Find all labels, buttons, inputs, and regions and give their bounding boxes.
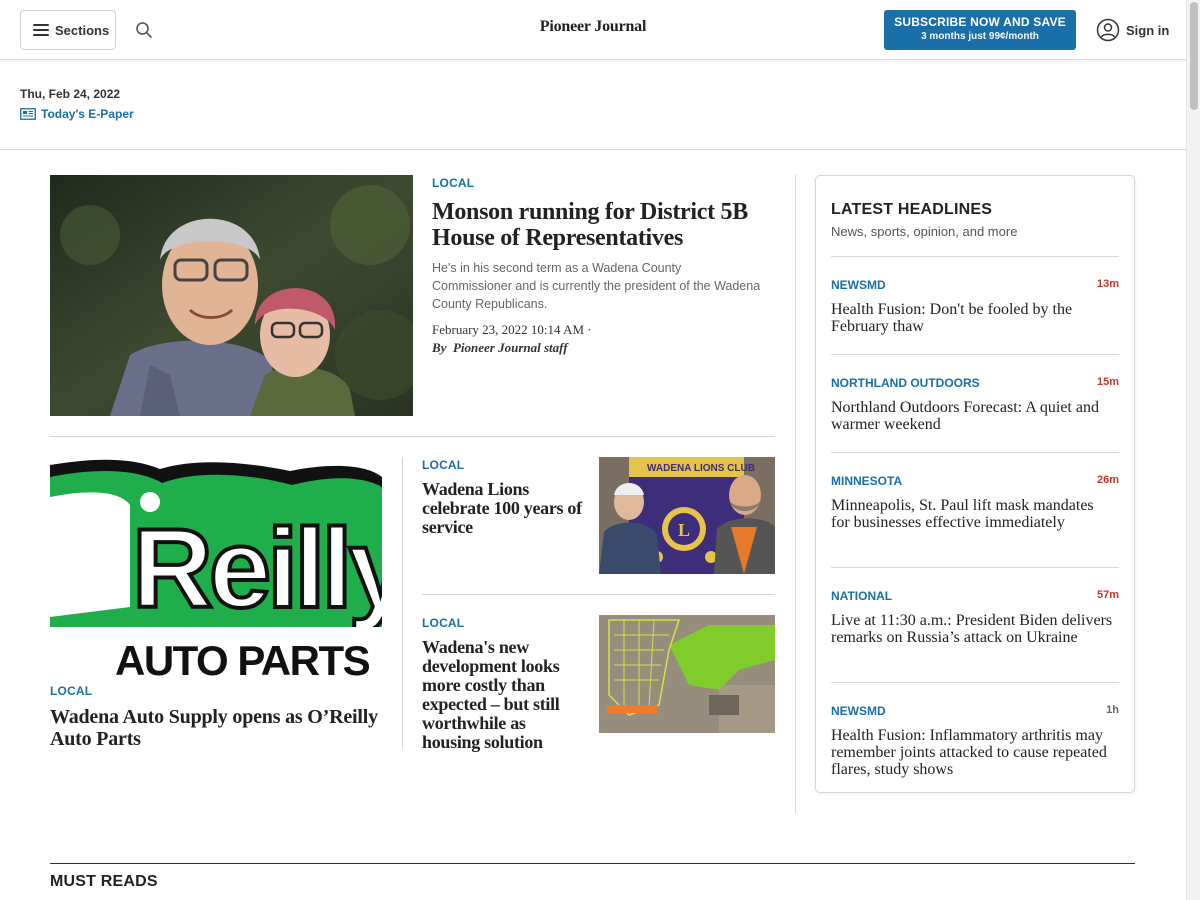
- headline-time: 57m: [1096, 589, 1119, 601]
- sign-in-link[interactable]: Sign in: [1096, 18, 1169, 42]
- lead-story-photo[interactable]: [50, 175, 413, 416]
- oreilly-logo-word: Reilly: [132, 506, 382, 631]
- lions-emblem-letter: L: [678, 520, 690, 540]
- lead-story-summary: He's in his second term as a Wadena Coun…: [432, 261, 761, 311]
- section-rule: [50, 863, 1135, 864]
- lions-banner-text: WADENA LIONS CLUB: [647, 463, 755, 474]
- must-reads-heading: MUST READS: [50, 873, 158, 890]
- headline-kicker[interactable]: NEWSMD: [831, 704, 886, 718]
- date-bar: Thu, Feb 24, 2022 Today's E-Paper: [0, 60, 1186, 150]
- lead-story-kicker[interactable]: LOCAL: [432, 176, 474, 190]
- divider: [422, 594, 775, 595]
- sign-in-label: Sign in: [1126, 22, 1170, 38]
- headline-title[interactable]: Health Fusion: Inflammatory arthritis ma…: [831, 727, 1115, 778]
- lions-photo-illustration: WADENA LIONS CLUB L: [599, 457, 775, 574]
- headline-kicker[interactable]: NORTHLAND OUTDOORS: [831, 376, 980, 390]
- latest-headlines-panel: LATEST HEADLINES News, sports, opinion, …: [815, 175, 1135, 793]
- page-scrollbar[interactable]: [1186, 0, 1200, 900]
- lions-story-headline[interactable]: Wadena Lions celebrate 100 years of serv…: [422, 480, 584, 537]
- subscribe-title: SUBSCRIBE NOW AND SAVE: [894, 15, 1066, 29]
- oreilly-story-kicker[interactable]: LOCAL: [50, 684, 92, 698]
- headline-time: 1h: [1106, 704, 1119, 716]
- site-logo[interactable]: Pioneer Journal: [536, 18, 650, 42]
- newspaper-icon: [20, 108, 36, 120]
- headline-title[interactable]: Health Fusion: Don't be fooled by the Fe…: [831, 301, 1115, 335]
- current-date: Thu, Feb 24, 2022: [20, 87, 121, 101]
- headline-kicker[interactable]: NATIONAL: [831, 589, 892, 603]
- epaper-label: Today's E-Paper: [41, 107, 134, 121]
- epaper-link[interactable]: Today's E-Paper: [20, 107, 134, 121]
- headline-title[interactable]: Live at 11:30 a.m.: President Biden deli…: [831, 612, 1115, 646]
- headline-title[interactable]: Minneapolis, St. Paul lift mask mandates…: [831, 497, 1115, 531]
- oreilly-story-headline[interactable]: Wadena Auto Supply opens as O’Reilly Aut…: [50, 706, 380, 750]
- headline-kicker[interactable]: NEWSMD: [831, 278, 886, 292]
- aerial-map-illustration: [599, 615, 775, 733]
- lions-story-kicker[interactable]: LOCAL: [422, 458, 464, 472]
- latest-headline-item[interactable]: NEWSMD 1h Health Fusion: Inflammatory ar…: [831, 682, 1119, 792]
- subscribe-button[interactable]: SUBSCRIBE NOW AND SAVE 3 months just 99¢…: [884, 10, 1076, 50]
- development-story-headline[interactable]: Wadena's new development looks more cost…: [422, 638, 584, 752]
- latest-headline-item[interactable]: NORTHLAND OUTDOORS 15m Northland Outdoor…: [831, 354, 1119, 452]
- byline-prefix: By: [432, 340, 447, 355]
- search-icon[interactable]: [135, 21, 153, 39]
- latest-headline-item[interactable]: NATIONAL 57m Live at 11:30 a.m.: Preside…: [831, 567, 1119, 682]
- column-divider: [795, 175, 796, 813]
- subscribe-offer: 3 months just 99¢/month: [921, 31, 1039, 42]
- oreilly-story-photo[interactable]: Reilly AUTO PARTS: [50, 457, 382, 679]
- latest-headlines-title: LATEST HEADLINES: [831, 201, 993, 218]
- scrollbar-thumb[interactable]: [1190, 2, 1198, 110]
- column-divider: [402, 457, 403, 749]
- hamburger-icon: [33, 24, 49, 36]
- development-story-kicker[interactable]: LOCAL: [422, 616, 464, 630]
- lead-story-date: February 23, 2022 10:14 AM ·: [432, 322, 592, 337]
- lead-story-byline: By Pioneer Journal staff: [432, 340, 568, 356]
- headline-time: 13m: [1096, 278, 1119, 290]
- byline-author[interactable]: Pioneer Journal staff: [453, 340, 568, 355]
- couple-photo-illustration: [50, 175, 413, 416]
- latest-headline-item[interactable]: MINNESOTA 26m Minneapolis, St. Paul lift…: [831, 452, 1119, 567]
- headline-time: 15m: [1096, 376, 1119, 388]
- latest-headline-item[interactable]: NEWSMD 13m Health Fusion: Don't be foole…: [831, 256, 1119, 354]
- headline-time: 26m: [1096, 474, 1119, 486]
- headline-title[interactable]: Northland Outdoors Forecast: A quiet and…: [831, 399, 1115, 433]
- headline-kicker[interactable]: MINNESOTA: [831, 474, 902, 488]
- sections-label: Sections: [55, 22, 110, 38]
- user-icon: [1096, 18, 1120, 42]
- development-story-photo[interactable]: [599, 615, 775, 733]
- latest-headlines-subtitle: News, sports, opinion, and more: [831, 224, 1018, 239]
- oreilly-logo-image: Reilly AUTO PARTS: [50, 457, 382, 679]
- site-header: Sections Pioneer Journal SUBSCRIBE NOW A…: [0, 0, 1186, 60]
- divider: [50, 436, 775, 437]
- sections-menu-button[interactable]: Sections: [20, 10, 116, 50]
- oreilly-logo-subtitle: AUTO PARTS: [115, 637, 370, 679]
- lions-story-photo[interactable]: WADENA LIONS CLUB L: [599, 457, 775, 574]
- lead-story-headline[interactable]: Monson running for District 5B House of …: [432, 199, 772, 251]
